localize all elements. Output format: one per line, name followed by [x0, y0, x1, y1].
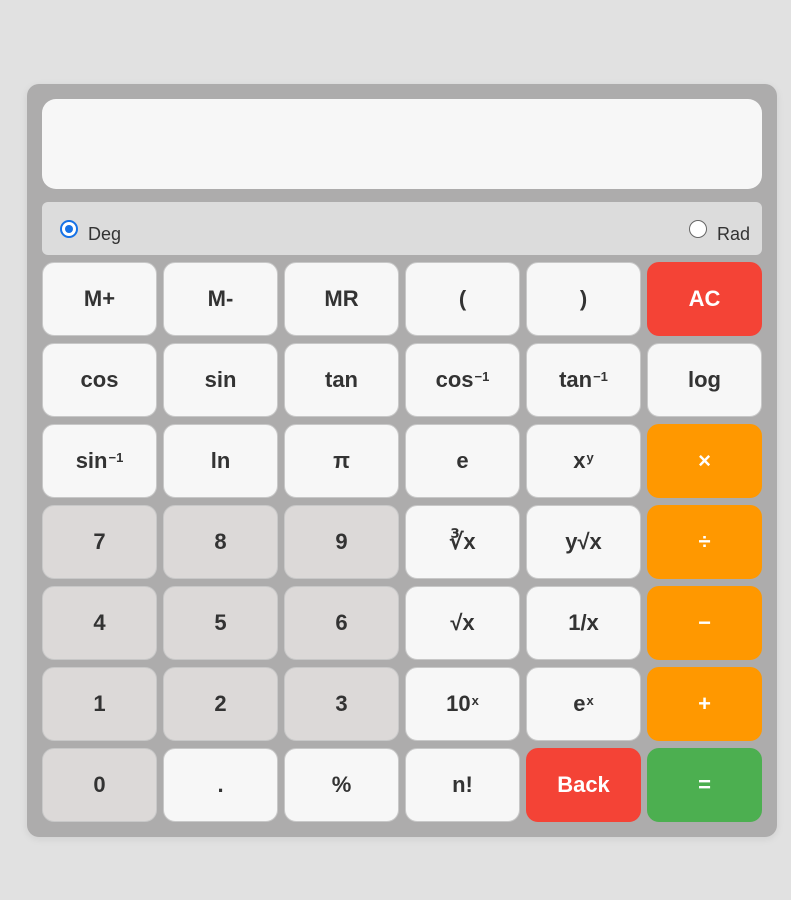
angle-mode-bar: Deg Rad: [42, 202, 762, 255]
digit-3-button[interactable]: 3: [284, 667, 399, 741]
power-base: x: [573, 448, 586, 473]
square-root-button[interactable]: √x: [405, 586, 520, 660]
memory-subtract-button[interactable]: M-: [163, 262, 278, 336]
ten-power-base: 10: [446, 691, 471, 716]
add-button[interactable]: +: [647, 667, 762, 741]
arcsin-button[interactable]: sin −1: [42, 424, 157, 498]
digit-8-button[interactable]: 8: [163, 505, 278, 579]
percent-button[interactable]: %: [284, 748, 399, 822]
digit-0-button[interactable]: 0: [42, 748, 157, 822]
arctan-base: tan: [559, 367, 593, 392]
arctan-button[interactable]: tan −1: [526, 343, 641, 417]
memory-add-button[interactable]: M+: [42, 262, 157, 336]
digit-1-button[interactable]: 1: [42, 667, 157, 741]
deg-option[interactable]: Deg: [60, 218, 121, 245]
arccos-exponent: −1: [474, 368, 490, 384]
digit-2-button[interactable]: 2: [163, 667, 278, 741]
deg-label: Deg: [88, 224, 122, 244]
ten-power-button[interactable]: 10 x: [405, 667, 520, 741]
factorial-button[interactable]: n!: [405, 748, 520, 822]
rad-radio[interactable]: [688, 219, 707, 238]
digit-9-button[interactable]: 9: [284, 505, 399, 579]
digit-6-button[interactable]: 6: [284, 586, 399, 660]
cos-button[interactable]: cos: [42, 343, 157, 417]
log-button[interactable]: log: [647, 343, 762, 417]
arccos-button[interactable]: cos −1: [405, 343, 520, 417]
cube-root-button[interactable]: ∛x: [405, 505, 520, 579]
ln-button[interactable]: ln: [163, 424, 278, 498]
pi-button[interactable]: π: [284, 424, 399, 498]
arctan-exponent: −1: [593, 368, 608, 384]
sin-button[interactable]: sin: [163, 343, 278, 417]
keypad: M+ M- MR ( ) AC cos sin tan cos −1 tan −1 …: [42, 262, 762, 822]
arccos-base: cos: [435, 367, 474, 392]
backspace-button[interactable]: Back: [526, 748, 641, 822]
ten-power-exponent: x: [471, 692, 479, 708]
memory-recall-button[interactable]: MR: [284, 262, 399, 336]
exp-base: e: [573, 691, 586, 716]
power-exponent: y: [586, 449, 594, 465]
divide-button[interactable]: ÷: [647, 505, 762, 579]
digit-4-button[interactable]: 4: [42, 586, 157, 660]
exp-exponent: x: [586, 692, 594, 708]
rad-label: Rad: [716, 224, 750, 244]
subtract-button[interactable]: −: [647, 586, 762, 660]
calculator: Deg Rad M+ M- MR ( ) AC cos sin tan cos −…: [27, 84, 777, 837]
arcsin-base: sin: [75, 448, 108, 473]
all-clear-button[interactable]: AC: [647, 262, 762, 336]
equals-button[interactable]: =: [647, 748, 762, 822]
power-button[interactable]: xy: [526, 424, 641, 498]
digit-5-button[interactable]: 5: [163, 586, 278, 660]
tan-button[interactable]: tan: [284, 343, 399, 417]
exp-button[interactable]: ex: [526, 667, 641, 741]
digit-7-button[interactable]: 7: [42, 505, 157, 579]
euler-e-button[interactable]: e: [405, 424, 520, 498]
rad-option[interactable]: Rad: [688, 218, 750, 245]
close-paren-button[interactable]: ): [526, 262, 641, 336]
decimal-point-button[interactable]: .: [163, 748, 278, 822]
arcsin-exponent: −1: [108, 449, 124, 465]
display-screen: [42, 99, 762, 189]
open-paren-button[interactable]: (: [405, 262, 520, 336]
nth-root-button[interactable]: y√x: [526, 505, 641, 579]
multiply-button[interactable]: ×: [647, 424, 762, 498]
deg-radio[interactable]: [60, 219, 78, 238]
reciprocal-button[interactable]: 1/x: [526, 586, 641, 660]
